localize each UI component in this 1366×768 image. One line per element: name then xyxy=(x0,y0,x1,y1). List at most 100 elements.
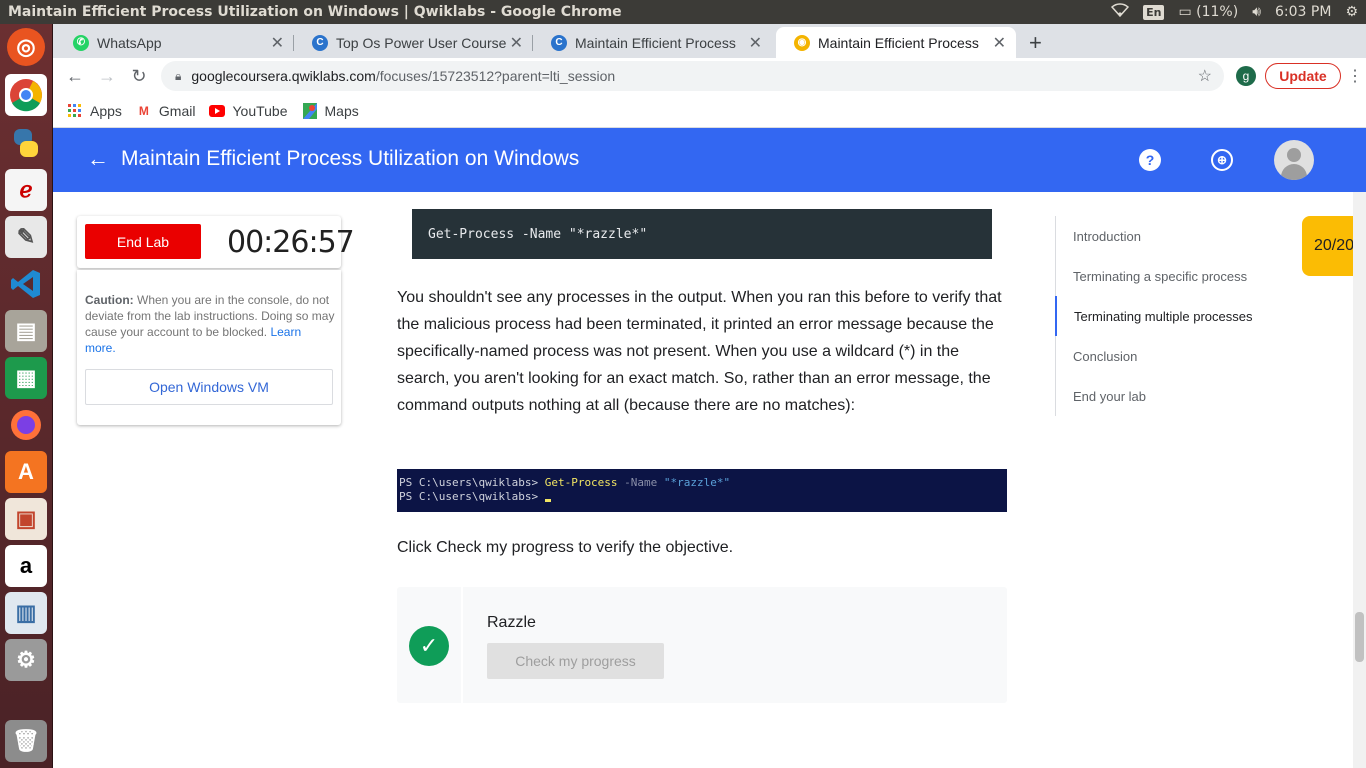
close-icon[interactable]: ✕ xyxy=(993,33,1006,53)
tab-maintain-process-coursera[interactable]: C Maintain Efficient Process ✕ xyxy=(533,27,772,58)
caution-label: Caution: xyxy=(85,293,134,307)
page-scrollbar[interactable] xyxy=(1353,192,1366,768)
battery-icon: ▭ xyxy=(1178,4,1192,20)
settings-gear-icon[interactable]: ⚙ xyxy=(1345,4,1358,20)
progress-card: ✓ Razzle Check my progress xyxy=(397,587,1007,703)
url-path: /focuses/15723512?parent=lti_session xyxy=(375,68,616,84)
code-block: Get-Process -Name "*razzle*" xyxy=(412,209,992,259)
text-editor-icon[interactable]: ℯ xyxy=(5,169,47,211)
back-arrow-icon[interactable]: ← xyxy=(87,146,109,172)
bookmark-gmail[interactable]: M Gmail xyxy=(136,103,196,119)
bookmark-star-icon[interactable]: ☆ xyxy=(1198,66,1212,86)
checkmark-icon: ✓ xyxy=(409,626,449,666)
python-icon[interactable] xyxy=(5,122,47,164)
address-bar[interactable]: 🔒︎ googlecoursera.qwiklabs.com/focuses/1… xyxy=(161,61,1224,91)
system-settings-icon[interactable]: ⚙ xyxy=(5,639,47,681)
youtube-icon xyxy=(209,103,226,119)
profile-avatar[interactable]: g xyxy=(1236,66,1256,86)
close-icon[interactable]: ✕ xyxy=(749,33,762,53)
toc-item-end-lab[interactable]: End your lab xyxy=(1056,376,1286,416)
new-tab-button[interactable]: + xyxy=(1029,30,1042,56)
window-title: Maintain Efficient Process Utilization o… xyxy=(8,4,622,20)
terminal-cmd: Get-Process xyxy=(544,476,618,489)
terminal-param: -Name xyxy=(617,476,664,489)
terminal-line-command: PS C:\users\qwiklabs> Get-Process -Name … xyxy=(399,476,1007,490)
terminal-arg: "*razzle*" xyxy=(663,476,731,489)
bookmark-youtube[interactable]: YouTube xyxy=(209,102,288,119)
battery-indicator[interactable]: ▭ (11%) xyxy=(1178,4,1238,20)
tab-maintain-process-qwiklabs[interactable]: ◉ Maintain Efficient Process ✕ xyxy=(776,27,1016,58)
avatar-head xyxy=(1287,148,1301,162)
caution-card: Caution: When you are in the console, do… xyxy=(77,270,341,425)
amazon-icon[interactable]: a xyxy=(5,545,47,587)
reload-icon[interactable]: ↻ xyxy=(127,64,151,88)
terminal-cursor xyxy=(544,499,551,502)
toc-item-introduction[interactable]: Introduction xyxy=(1056,216,1286,256)
more-menu-icon[interactable]: ⋮ xyxy=(1347,66,1363,86)
check-progress-note: Click Check my progress to verify the ob… xyxy=(397,539,734,556)
ubuntu-logo-icon[interactable]: ◎ xyxy=(7,28,45,66)
user-avatar[interactable] xyxy=(1274,140,1314,180)
lock-icon[interactable]: 🔒︎ xyxy=(175,69,181,84)
back-arrow-icon[interactable]: ← xyxy=(63,64,87,88)
file-manager-icon[interactable]: ▤ xyxy=(5,310,47,352)
toc-item-terminating-specific[interactable]: Terminating a specific process xyxy=(1056,256,1286,296)
help-icon[interactable]: ? xyxy=(1139,149,1161,171)
lab-timer: 00:26:57 xyxy=(227,225,355,260)
tab-label: WhatsApp xyxy=(97,34,162,51)
bookmark-label: YouTube xyxy=(232,102,288,119)
tab-strip: ✆ WhatsApp ✕ C Top Os Power User Course … xyxy=(53,24,1366,58)
trash-icon[interactable]: 🗑︎ xyxy=(5,720,47,762)
toc-item-terminating-multiple[interactable]: Terminating multiple processes xyxy=(1055,296,1285,336)
browser-toolbar: ← → ↻ 🔒︎ googlecoursera.qwiklabs.com/foc… xyxy=(53,58,1366,94)
lab-content: End Lab 00:26:57 Caution: When you are i… xyxy=(53,192,1366,768)
terminal-screenshot: PS C:\users\qwiklabs> Get-Process -Name … xyxy=(397,469,1007,512)
gmail-icon: M xyxy=(138,103,149,118)
tab-top-os-course[interactable]: C Top Os Power User Course ✕ xyxy=(294,27,533,58)
update-button[interactable]: Update xyxy=(1265,63,1341,89)
close-icon[interactable]: ✕ xyxy=(271,33,284,53)
terminal-faded-line xyxy=(399,469,1007,476)
bookmark-label: Maps xyxy=(324,102,359,119)
maps-icon xyxy=(302,102,318,119)
spreadsheet-icon[interactable]: ▦ xyxy=(5,357,47,399)
clock[interactable]: 6:03 PM xyxy=(1275,4,1331,20)
tab-whatsapp[interactable]: ✆ WhatsApp ✕ xyxy=(55,27,294,58)
firefox-icon[interactable] xyxy=(5,404,47,446)
page-title: Maintain Efficient Process Utilization o… xyxy=(121,147,580,170)
battery-level: (11%) xyxy=(1196,4,1239,20)
notepad-icon[interactable]: ✎ xyxy=(5,216,47,258)
chrome-icon[interactable] xyxy=(5,74,47,116)
presentation-icon[interactable]: ▣ xyxy=(5,498,47,540)
coursera-icon: C xyxy=(312,34,328,51)
coursera-icon: C xyxy=(551,34,567,51)
whatsapp-icon: ✆ xyxy=(73,34,89,51)
open-windows-vm-button[interactable]: Open Windows VM xyxy=(85,369,333,405)
check-my-progress-button[interactable]: Check my progress xyxy=(487,643,664,679)
avatar-body xyxy=(1281,164,1307,180)
toc-item-conclusion[interactable]: Conclusion xyxy=(1056,336,1286,376)
table-of-contents: Introduction Terminating a specific proc… xyxy=(1055,216,1285,416)
volume-icon[interactable]: 🔊︎ xyxy=(1252,4,1261,20)
tab-label: Maintain Efficient Process xyxy=(575,34,736,51)
document-viewer-icon[interactable]: ▥ xyxy=(5,592,47,634)
terminal-line-prompt: PS C:\users\qwiklabs> xyxy=(399,490,1007,504)
close-icon[interactable]: ✕ xyxy=(510,33,523,53)
card-divider xyxy=(461,587,463,703)
os-top-panel: Maintain Efficient Process Utilization o… xyxy=(0,0,1366,24)
tab-label: Maintain Efficient Process xyxy=(818,34,979,51)
launcher: ◎ ℯ ✎ ▤ ▦ A ▣ a ▥ ⚙ 🗑︎ xyxy=(0,24,53,768)
bookmark-apps[interactable]: Apps xyxy=(67,103,122,119)
end-lab-button[interactable]: End Lab xyxy=(85,224,201,259)
forward-arrow-icon[interactable]: → xyxy=(95,64,119,88)
page-header: ← Maintain Efficient Process Utilization… xyxy=(53,128,1366,192)
bookmark-maps[interactable]: Maps xyxy=(302,102,359,119)
scrollbar-thumb[interactable] xyxy=(1355,612,1364,662)
wifi-icon[interactable] xyxy=(1111,3,1130,21)
keyboard-layout[interactable]: En xyxy=(1143,4,1165,20)
globe-icon[interactable]: ⊕ xyxy=(1211,149,1233,171)
vscode-icon[interactable] xyxy=(5,263,47,305)
url-host: googlecoursera.qwiklabs.com xyxy=(191,68,376,84)
software-center-icon[interactable]: A xyxy=(5,451,47,493)
bookmarks-bar: Apps M Gmail YouTube Maps xyxy=(53,94,1366,128)
